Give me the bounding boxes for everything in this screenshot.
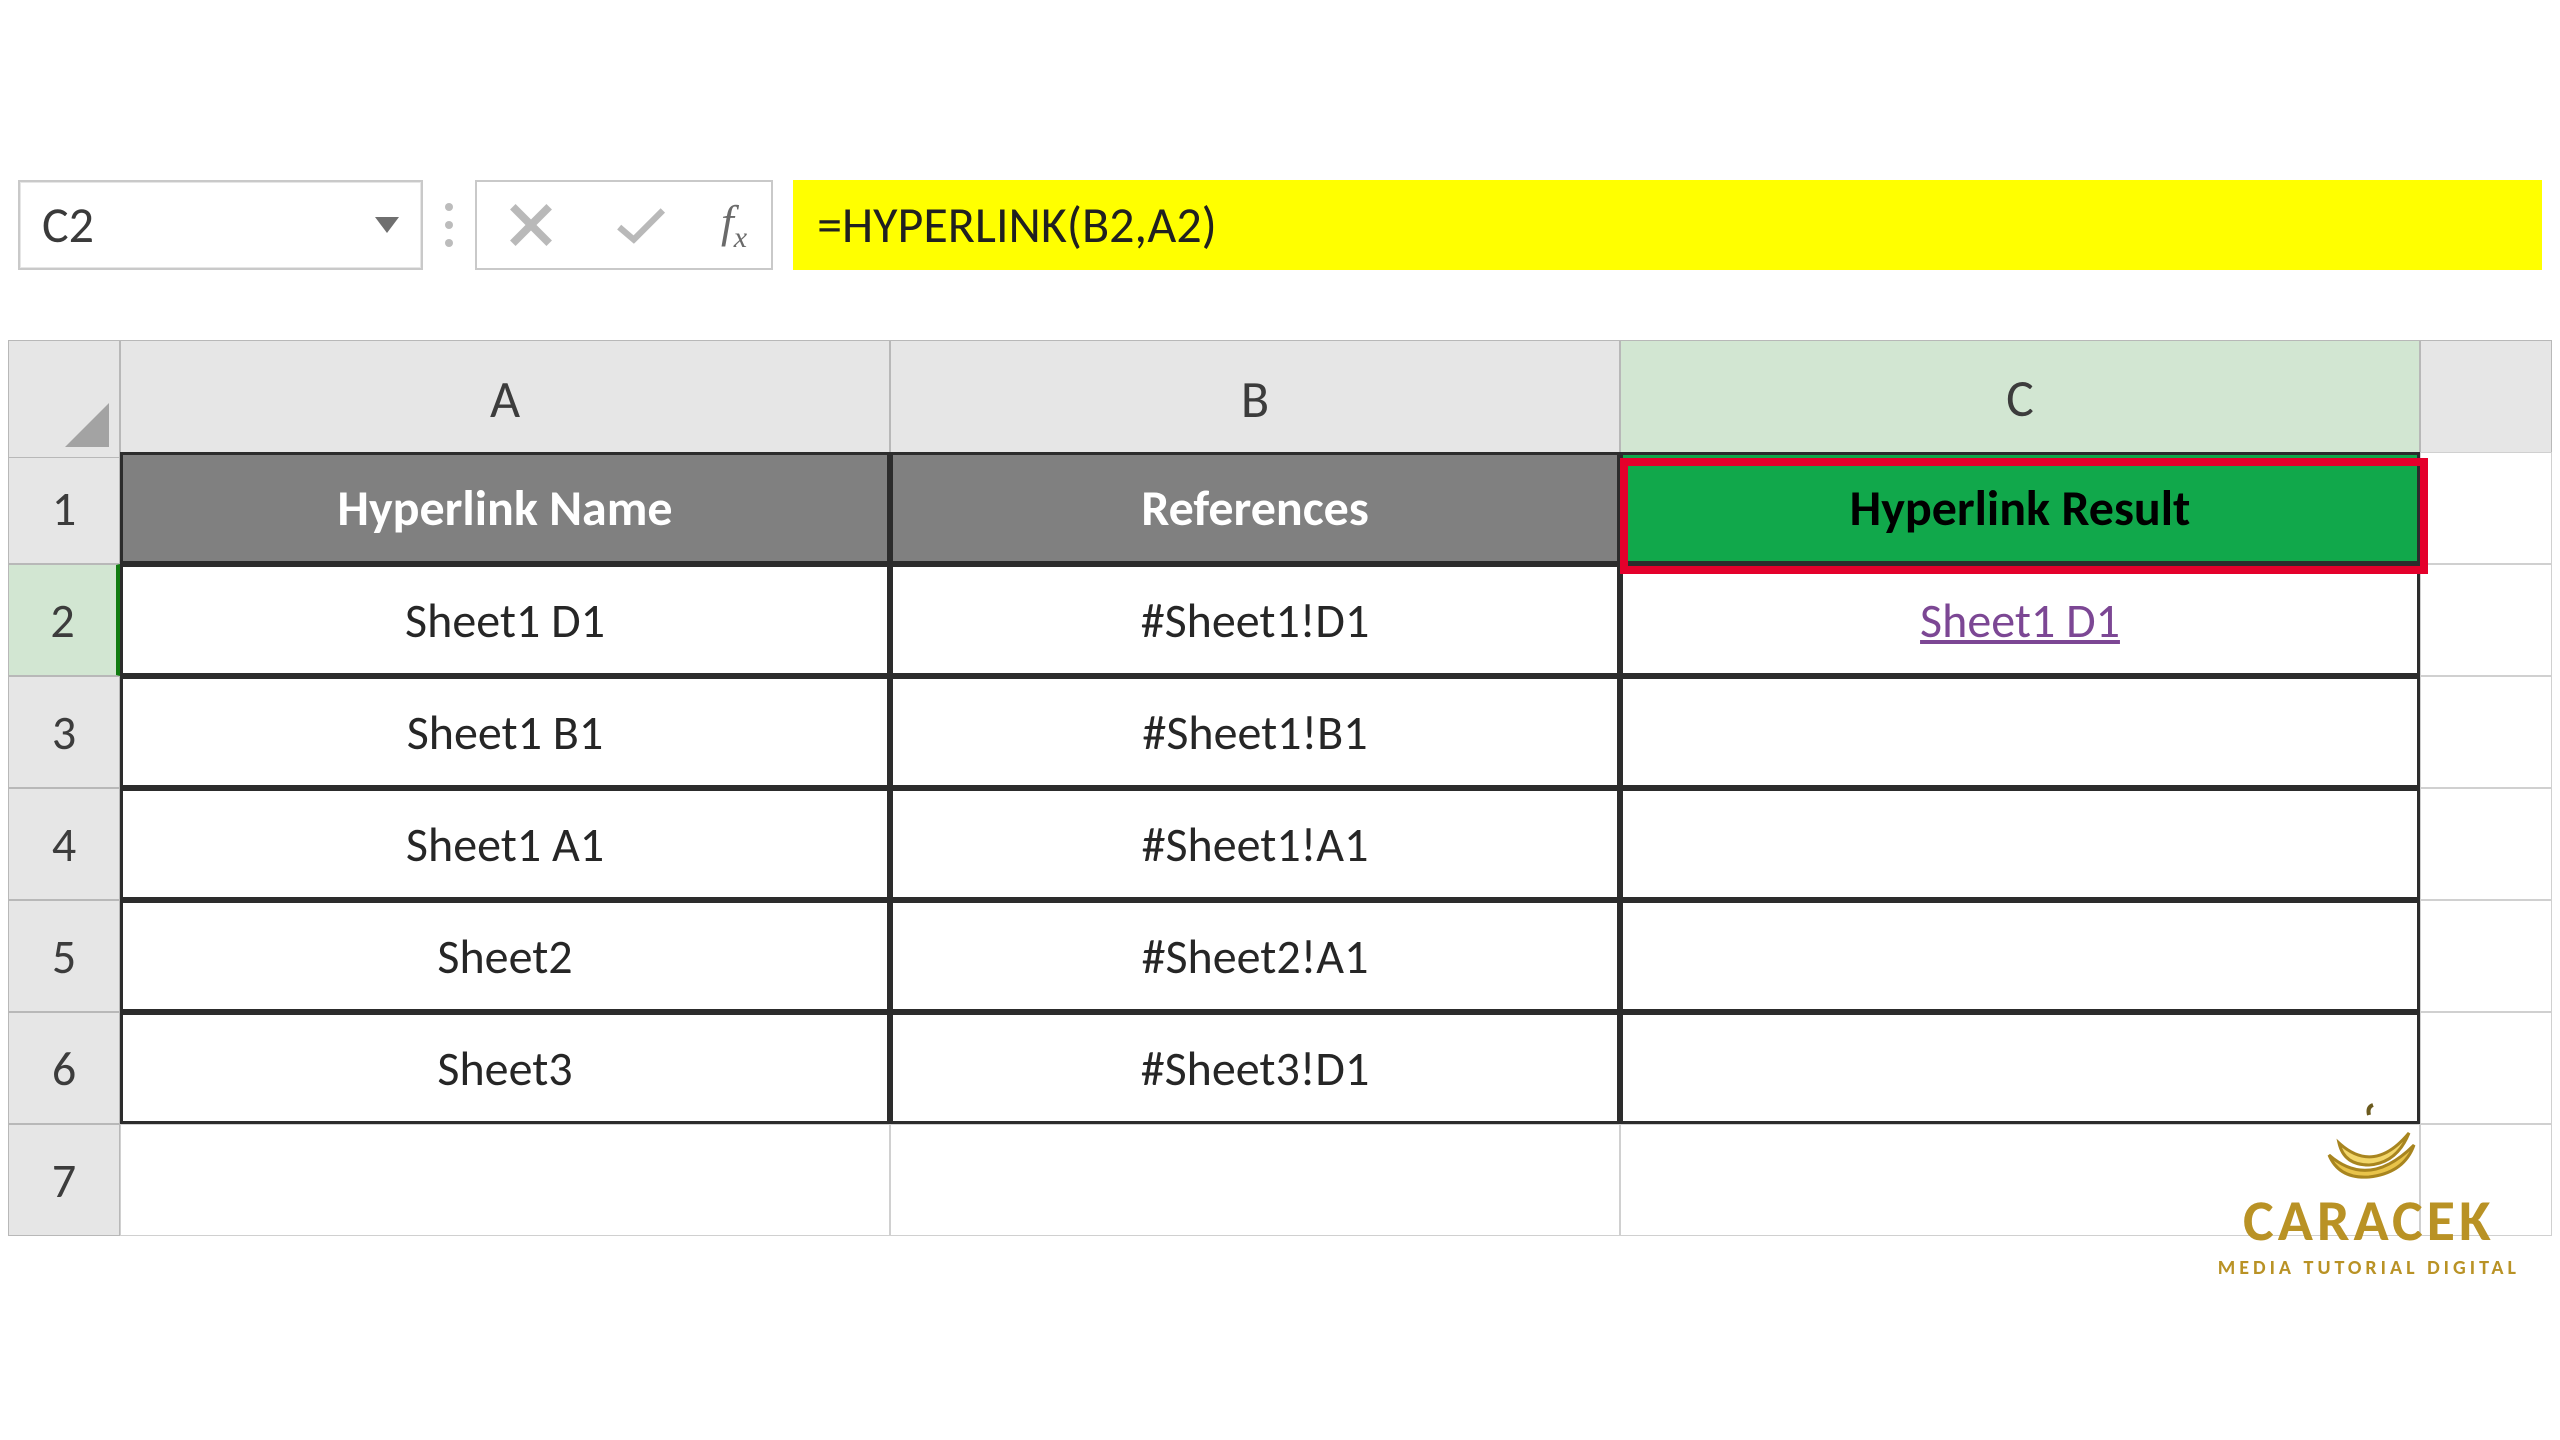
column-header-A[interactable]: A <box>120 340 890 458</box>
cell-D5[interactable] <box>2420 900 2552 1012</box>
cell-A4[interactable]: Sheet1 A1 <box>120 788 890 900</box>
cell-B1[interactable]: References <box>890 452 1620 564</box>
formula-bar: C2 fx =HYPERLINK(B2,A2) <box>18 170 2542 280</box>
chevron-down-icon[interactable] <box>375 217 399 233</box>
enter-check-icon[interactable] <box>611 195 671 255</box>
cell-B3[interactable]: #Sheet1!B1 <box>890 676 1620 788</box>
row-header-5[interactable]: 5 <box>8 900 120 1012</box>
table-row: 3 Sheet1 B1 #Sheet1!B1 <box>8 676 2552 788</box>
formula-input[interactable]: =HYPERLINK(B2,A2) <box>793 180 2542 270</box>
row-header-3[interactable]: 3 <box>8 676 120 788</box>
cell-C2[interactable]: Sheet1 D1 <box>1620 564 2420 676</box>
hyperlink[interactable]: Sheet1 D1 <box>1920 591 2120 650</box>
column-header-B[interactable]: B <box>890 340 1620 458</box>
formula-text: =HYPERLINK(B2,A2) <box>817 195 1217 256</box>
formula-bar-separator-icon <box>443 180 455 270</box>
cell-C4[interactable] <box>1620 788 2420 900</box>
cell-D1[interactable] <box>2420 452 2552 564</box>
table-row: 4 Sheet1 A1 #Sheet1!A1 <box>8 788 2552 900</box>
cell-C1[interactable]: Hyperlink Result <box>1620 452 2420 564</box>
cancel-icon[interactable] <box>501 195 561 255</box>
fx-icon[interactable]: fx <box>721 195 747 255</box>
banana-icon <box>2309 1095 2429 1185</box>
column-header-row: A B C <box>8 340 2552 452</box>
cell-D3[interactable] <box>2420 676 2552 788</box>
cell-B6[interactable]: #Sheet3!D1 <box>890 1012 1620 1124</box>
table-row: 6 Sheet3 #Sheet3!D1 <box>8 1012 2552 1124</box>
name-box-value: C2 <box>42 195 94 256</box>
cell-B2[interactable]: #Sheet1!D1 <box>890 564 1620 676</box>
cell-C5[interactable] <box>1620 900 2420 1012</box>
cell-A6[interactable]: Sheet3 <box>120 1012 890 1124</box>
cell-A5[interactable]: Sheet2 <box>120 900 890 1012</box>
watermark-tagline: MEDIA TUTORIAL DIGITAL <box>2218 1256 2520 1280</box>
column-header-blank[interactable] <box>2420 340 2552 458</box>
cell-B7[interactable] <box>890 1124 1620 1236</box>
row-header-4[interactable]: 4 <box>8 788 120 900</box>
select-all-corner[interactable] <box>8 340 120 458</box>
cell-C3[interactable] <box>1620 676 2420 788</box>
cell-A2[interactable]: Sheet1 D1 <box>120 564 890 676</box>
cell-D4[interactable] <box>2420 788 2552 900</box>
cell-D2[interactable] <box>2420 564 2552 676</box>
row-header-1[interactable]: 1 <box>8 452 120 564</box>
name-box[interactable]: C2 <box>18 180 423 270</box>
watermark-brand: CARACEK <box>2243 1185 2495 1256</box>
cell-B4[interactable]: #Sheet1!A1 <box>890 788 1620 900</box>
cell-A1[interactable]: Hyperlink Name <box>120 452 890 564</box>
row-header-6[interactable]: 6 <box>8 1012 120 1124</box>
cell-A7[interactable] <box>120 1124 890 1236</box>
formula-button-group: fx <box>475 180 773 270</box>
row-header-2[interactable]: 2 <box>8 564 120 676</box>
column-header-C[interactable]: C <box>1620 340 2420 458</box>
table-row: 5 Sheet2 #Sheet2!A1 <box>8 900 2552 1012</box>
cell-B5[interactable]: #Sheet2!A1 <box>890 900 1620 1012</box>
row-header-7[interactable]: 7 <box>8 1124 120 1236</box>
cell-A3[interactable]: Sheet1 B1 <box>120 676 890 788</box>
table-row: 7 <box>8 1124 2552 1236</box>
watermark: CARACEK MEDIA TUTORIAL DIGITAL <box>2218 1095 2520 1280</box>
table-row: 2 Sheet1 D1 #Sheet1!D1 Sheet1 D1 <box>8 564 2552 676</box>
table-row: 1 Hyperlink Name References Hyperlink Re… <box>8 452 2552 564</box>
spreadsheet-grid: A B C 1 Hyperlink Name References Hyperl… <box>8 340 2552 1440</box>
